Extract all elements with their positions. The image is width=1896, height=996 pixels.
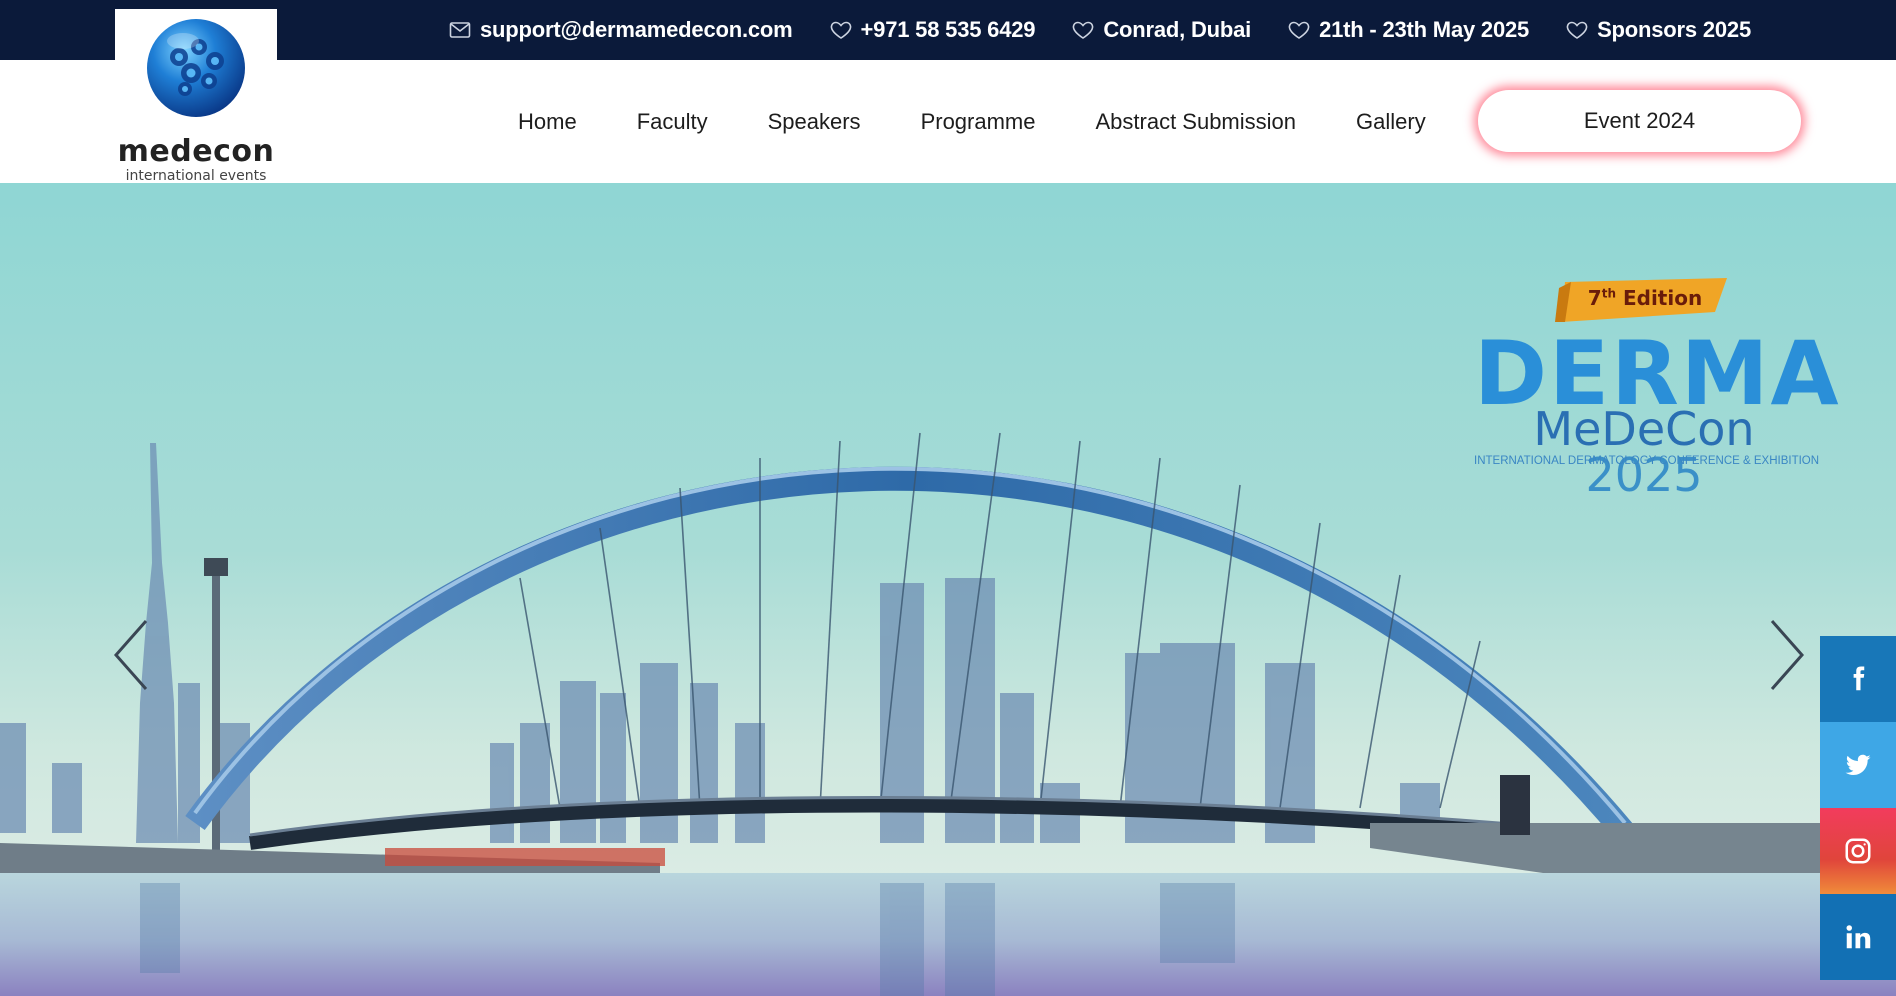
topbar-dates: 21th - 23th May 2025 (1287, 17, 1529, 43)
topbar-sponsors[interactable]: Sponsors 2025 (1565, 17, 1751, 43)
topbar-dates-text: 21th - 23th May 2025 (1319, 17, 1530, 42)
conference-tagline: INTERNATIONAL DERMATOLOGY CONFERENCE & E… (1474, 455, 1820, 467)
topbar-email-text[interactable]: support@dermamedecon.com (480, 17, 793, 43)
heart-icon (1072, 21, 1094, 39)
top-info-list: support@dermamedecon.com +971 58 535 642… (448, 0, 1751, 60)
facebook-icon (1853, 666, 1865, 691)
heart-icon (1566, 21, 1588, 39)
medecon-title: MeDeCon 2025 (1474, 406, 1814, 498)
instagram-button[interactable] (1820, 808, 1896, 894)
nav-speakers[interactable]: Speakers (738, 109, 891, 135)
twitter-button[interactable] (1820, 722, 1896, 808)
facebook-button[interactable] (1820, 636, 1896, 722)
hero-slider: 7th Edition DERMA MeDeCon 2025 INTERNATI… (0, 183, 1896, 996)
topbar-sponsors-link[interactable]: Sponsors 2025 (1597, 17, 1751, 43)
chevron-right-icon[interactable] (1762, 617, 1808, 693)
main-navbar: Home Faculty Speakers Programme Abstract… (0, 60, 1896, 183)
globe-logo-icon (147, 19, 245, 117)
nav-abstract-submission[interactable]: Abstract Submission (1065, 109, 1326, 135)
logo-subtitle: international events (125, 168, 267, 184)
topbar-venue-text: Conrad, Dubai (1103, 17, 1252, 42)
heart-icon (830, 21, 851, 39)
heart-icon (1288, 21, 1310, 39)
site-logo[interactable]: medecon international events (115, 9, 277, 183)
logo-wordmark: medecon (117, 134, 275, 169)
instagram-icon (1845, 838, 1871, 864)
event-2024-button[interactable]: Event 2024 (1478, 90, 1801, 152)
edition-word: Edition (1622, 286, 1703, 310)
chevron-left-icon[interactable] (110, 617, 156, 693)
linkedin-icon (1846, 925, 1871, 949)
edition-number: 7 (1587, 286, 1602, 310)
topbar-venue: Conrad, Dubai (1071, 17, 1251, 43)
topbar-phone[interactable]: +971 58 535 6429 (829, 17, 1036, 43)
nav-faculty[interactable]: Faculty (607, 109, 738, 135)
top-info-bar: support@dermamedecon.com +971 58 535 642… (0, 0, 1896, 60)
edition-label: 7th Edition (1580, 286, 1710, 310)
nav-home[interactable]: Home (488, 109, 607, 135)
topbar-email[interactable]: support@dermamedecon.com (448, 17, 793, 43)
social-sidebar (1820, 636, 1896, 980)
main-nav: Home Faculty Speakers Programme Abstract… (488, 60, 1456, 183)
nav-gallery[interactable]: Gallery (1326, 109, 1456, 135)
topbar-phone-text[interactable]: +971 58 535 6429 (861, 17, 1036, 43)
nav-programme[interactable]: Programme (891, 109, 1066, 135)
linkedin-button[interactable] (1820, 894, 1896, 980)
edition-suffix: th (1601, 286, 1616, 301)
envelope-icon (449, 22, 471, 38)
twitter-icon (1845, 754, 1871, 775)
